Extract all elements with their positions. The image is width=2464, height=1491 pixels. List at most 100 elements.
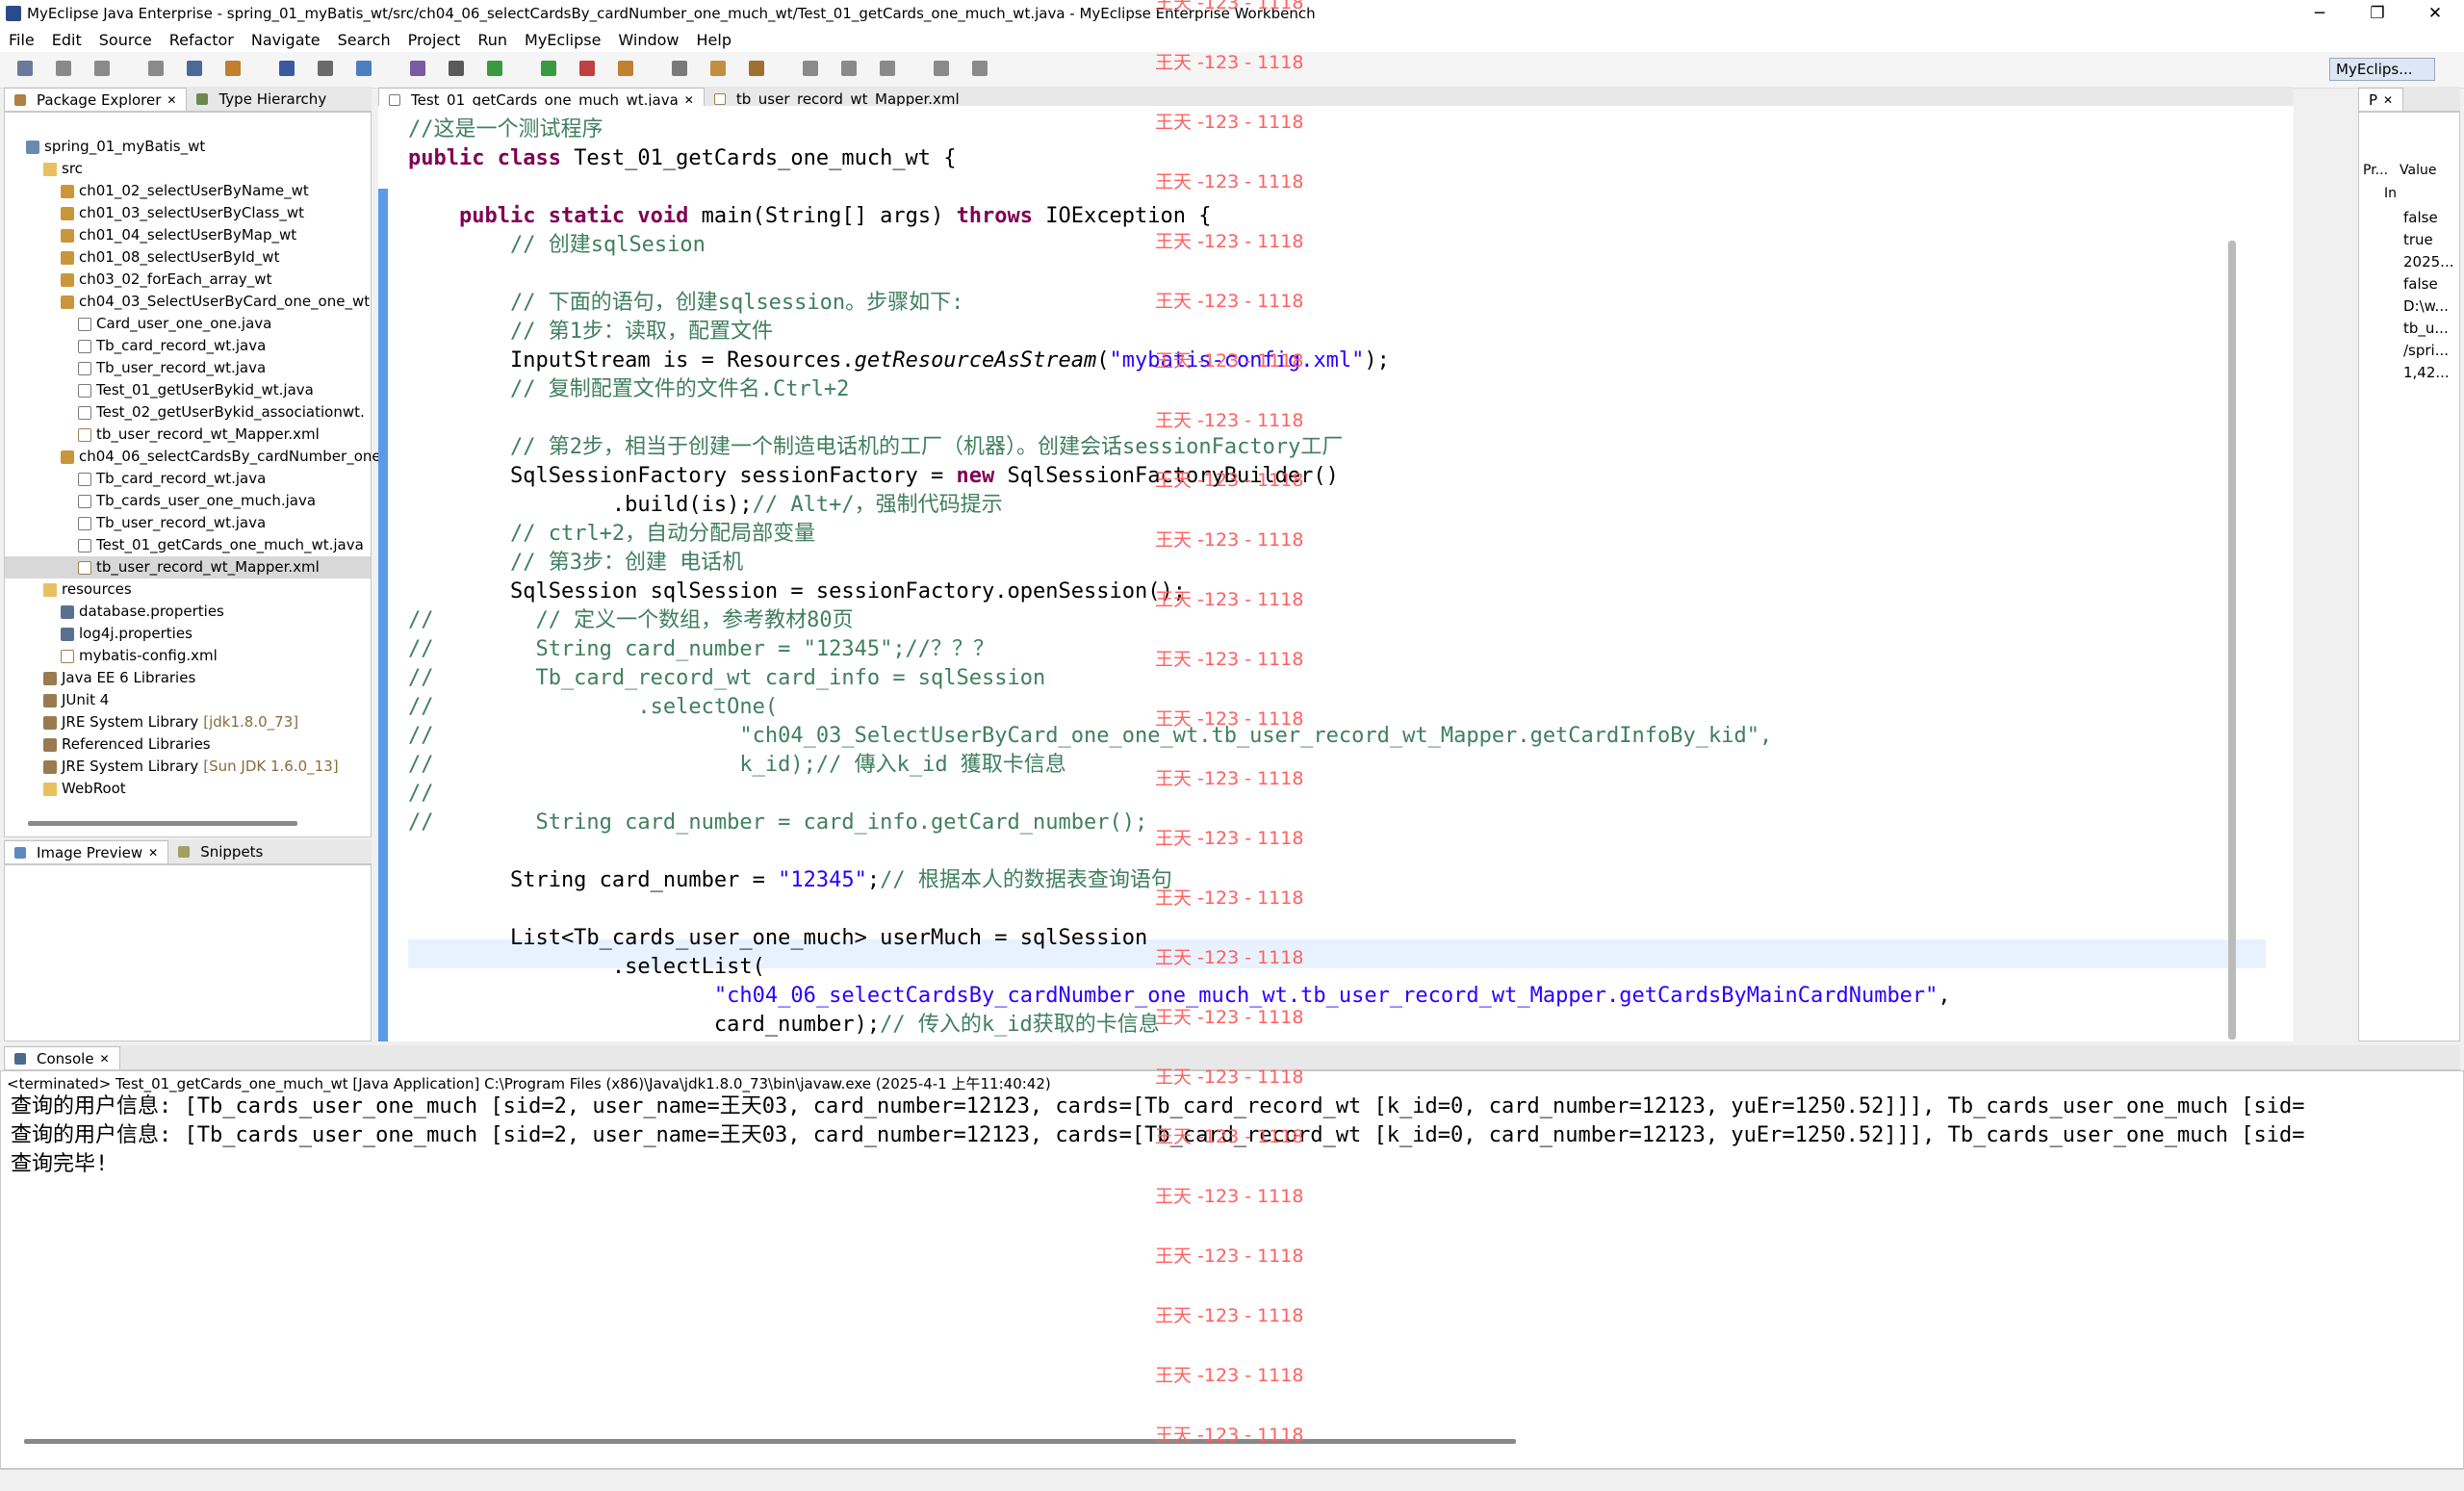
menu-navigate[interactable]: Navigate [251, 31, 321, 49]
toolbar-button-icon[interactable] [841, 61, 857, 76]
tab-image-preview[interactable]: Image Preview ✕ [4, 840, 169, 864]
toolbar-button-icon[interactable] [356, 61, 372, 76]
tree-item[interactable]: ch01_04_selectUserByMap_wt [5, 224, 371, 246]
menu-myeclipse[interactable]: MyEclipse [525, 31, 601, 49]
tree-item[interactable]: ch01_03_selectUserByClass_wt [5, 202, 371, 224]
tree-item[interactable]: ch01_02_selectUserByName_wt [5, 180, 371, 202]
toolbar-button-icon[interactable] [803, 61, 818, 76]
close-icon[interactable]: ✕ [2383, 89, 2393, 112]
tree-item-extra: [jdk1.8.0_73] [203, 713, 299, 731]
tree-item[interactable]: tb_user_record_wt_Mapper.xml [5, 424, 371, 446]
tree-item[interactable]: ch04_06_selectCardsBy_cardNumber_one [5, 446, 381, 468]
menu-window[interactable]: Window [618, 31, 679, 49]
tree-item[interactable]: ch03_02_forEach_array_wt [5, 269, 371, 291]
menu-run[interactable]: Run [477, 31, 507, 49]
maximize-button[interactable]: ❐ [2348, 0, 2406, 27]
tab-properties[interactable]: P ✕ [2358, 88, 2404, 112]
toolbar-button-icon[interactable] [972, 61, 988, 76]
tree-item[interactable]: WebRoot [5, 778, 371, 800]
tree-item[interactable]: src [5, 158, 371, 180]
code-token: , [1938, 984, 1951, 1008]
tree-item-label: src [62, 160, 83, 177]
tree-item[interactable]: resources [5, 578, 371, 601]
tree-item[interactable]: Tb_user_record_wt.java [5, 357, 371, 379]
tree-item-label: spring_01_myBatis_wt [44, 138, 206, 155]
perspective-button[interactable]: MyEclips... [2329, 58, 2435, 81]
watermark-text: 王天 -123 - 1118 [1155, 649, 1304, 670]
menu-help[interactable]: Help [697, 31, 732, 49]
tree-item[interactable]: Tb_user_record_wt.java [5, 512, 371, 534]
tree-item[interactable]: JRE System Library [jdk1.8.0_73] [5, 711, 371, 733]
tree-item[interactable]: ch01_08_selectUserById_wt [5, 246, 371, 269]
toolbar-button-icon[interactable] [410, 61, 425, 76]
toolbar-button-icon[interactable] [710, 61, 726, 76]
close-icon[interactable]: ✕ [148, 841, 158, 864]
editor-vertical-scrollbar[interactable] [2228, 241, 2236, 1040]
toolbar-button-icon[interactable] [672, 61, 687, 76]
tree-item[interactable]: database.properties [5, 601, 371, 623]
tree-item[interactable]: Tb_cards_user_one_much.java [5, 490, 371, 512]
tree-item-label: ch04_03_SelectUserByCard_one_one_wt [79, 293, 371, 310]
toolbar-button-icon[interactable] [318, 61, 333, 76]
menu-source[interactable]: Source [99, 31, 152, 49]
toolbar-button-icon[interactable] [880, 61, 895, 76]
toolbar-button-icon[interactable] [934, 61, 949, 76]
code-line: // Tb_card_record_wt card_info = sqlSess… [408, 664, 1045, 693]
tree-item[interactable]: tb_user_record_wt_Mapper.xml [5, 556, 371, 578]
tree-item[interactable]: Test_02_getUserBykid_associationwt. [5, 401, 371, 424]
console-line: 查询完毕! [11, 1152, 109, 1176]
tree-item[interactable]: JUnit 4 [5, 689, 371, 711]
code-token: card_number); [408, 1013, 881, 1037]
library-icon [43, 671, 57, 685]
watermark-text: 王天 -123 - 1118 [1155, 947, 1304, 968]
minimize-button[interactable]: ─ [2291, 0, 2348, 27]
toolbar-button-icon[interactable] [449, 61, 464, 76]
toolbar-button-icon[interactable] [579, 61, 595, 76]
toolbar-button-icon[interactable] [279, 61, 295, 76]
tab-type-hierarchy[interactable]: Type Hierarchy [187, 88, 336, 111]
menu-search[interactable]: Search [338, 31, 391, 49]
tree-item[interactable]: Java EE 6 Libraries [5, 667, 371, 689]
tree-item[interactable]: Card_user_one_one.java [5, 313, 371, 335]
tree-item[interactable]: JRE System Library [Sun JDK 1.6.0_13] [5, 756, 371, 778]
code-token: InputStream is = Resources. [408, 348, 855, 373]
tree-item[interactable]: log4j.properties [5, 623, 371, 645]
toolbar-button-icon[interactable] [618, 61, 633, 76]
close-button[interactable]: ✕ [2406, 0, 2464, 27]
toolbar-button-icon[interactable] [94, 61, 110, 76]
toolbar-button-icon[interactable] [56, 61, 71, 76]
toolbar-button-icon[interactable] [187, 61, 202, 76]
menu-refactor[interactable]: Refactor [169, 31, 234, 49]
tab-snippets[interactable]: Snippets [168, 840, 272, 863]
toolbar-button-icon[interactable] [541, 61, 556, 76]
close-icon[interactable]: ✕ [100, 1047, 110, 1070]
tab-snippets-label: Snippets [200, 843, 264, 861]
tab-console[interactable]: Console ✕ [4, 1046, 120, 1069]
tree-item[interactable]: mybatis-config.xml [5, 645, 371, 667]
tree-item-label: JUnit 4 [62, 691, 110, 708]
package-tree: spring_01_myBatis_wtsrc ch01_02_selectUse… [5, 136, 381, 800]
watermark-text: 王天 -123 - 1118 [1155, 231, 1304, 252]
watermark-text: 王天 -123 - 1118 [1155, 0, 1304, 13]
tree-item[interactable]: spring_01_myBatis_wt [5, 136, 371, 158]
watermark-text: 王天 -123 - 1118 [1155, 1305, 1304, 1326]
tree-item[interactable]: Test_01_getCards_one_much_wt.java [5, 534, 371, 556]
tree-item[interactable]: Referenced Libraries [5, 733, 371, 756]
app-icon [6, 6, 21, 21]
close-icon[interactable]: ✕ [167, 89, 176, 112]
menu-project[interactable]: Project [408, 31, 461, 49]
code-token: public static void [458, 204, 702, 228]
tree-item[interactable]: Test_01_getUserBykid_wt.java [5, 379, 371, 401]
toolbar-button-icon[interactable] [17, 61, 33, 76]
tree-item[interactable]: ch04_03_SelectUserByCard_one_one_wt [5, 291, 371, 313]
menu-edit[interactable]: Edit [52, 31, 82, 49]
menu-file[interactable]: File [9, 31, 35, 49]
tree-item[interactable]: Tb_card_record_wt.java [5, 335, 371, 357]
toolbar-button-icon[interactable] [487, 61, 502, 76]
toolbar-button-icon[interactable] [225, 61, 241, 76]
toolbar-button-icon[interactable] [749, 61, 764, 76]
toolbar-button-icon[interactable] [148, 61, 164, 76]
tree-item[interactable]: Tb_card_record_wt.java [5, 468, 371, 490]
horizontal-scrollbar[interactable] [28, 821, 297, 826]
tab-package-explorer[interactable]: Package Explorer ✕ [4, 88, 188, 112]
